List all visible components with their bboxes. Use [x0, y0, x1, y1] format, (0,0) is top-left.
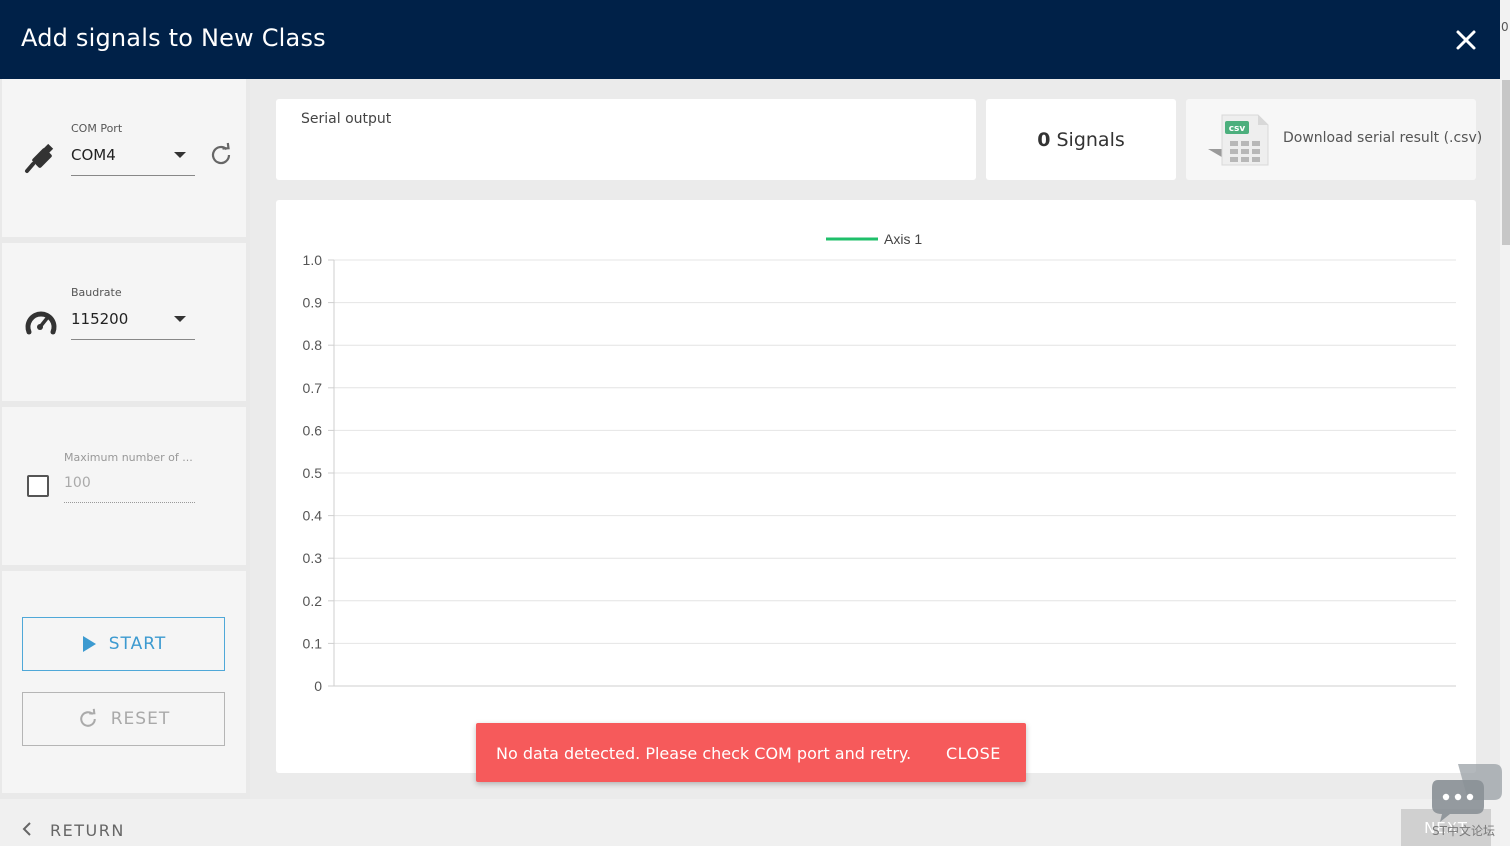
actions-panel: START RESET	[2, 571, 246, 793]
reset-button[interactable]: RESET	[22, 692, 225, 746]
toast-message: No data detected. Please check COM port …	[496, 744, 912, 763]
usb-plug-icon	[24, 143, 58, 179]
return-button[interactable]: RETURN	[22, 821, 125, 840]
y-tick-label: 0.4	[303, 508, 323, 524]
y-tick-label: 0	[314, 678, 322, 694]
chat-bubble-icon	[1428, 760, 1504, 830]
start-label: START	[108, 634, 167, 654]
com-port-panel: COM Port COM4	[2, 79, 246, 237]
serial-output-label: Serial output	[301, 111, 392, 127]
max-signals-label: Maximum number of ...	[64, 451, 193, 464]
return-label: RETURN	[50, 821, 125, 840]
y-tick-label: 0.9	[303, 295, 323, 311]
signals-count: 0	[1037, 128, 1051, 151]
scrollbar-thumb[interactable]	[1502, 80, 1510, 245]
start-button[interactable]: START	[22, 617, 225, 671]
com-port-underline	[71, 175, 195, 176]
max-signals-underline	[64, 502, 195, 503]
csv-file-icon: csv	[1206, 113, 1270, 171]
page-scrollbar[interactable]: 0	[1500, 0, 1510, 846]
legend-label: Axis 1	[884, 231, 922, 247]
dialog-footer: RETURN NEXT	[0, 799, 1500, 846]
max-signals-panel: Maximum number of ... 100	[2, 407, 246, 565]
chevron-left-icon	[22, 821, 32, 840]
watermark-text: ST中文论坛	[1432, 824, 1495, 838]
y-tick-label: 0.3	[303, 550, 323, 566]
y-tick-label: 0.8	[303, 337, 323, 353]
download-csv-label: Download serial result (.csv)	[1283, 130, 1483, 146]
refresh-icon	[77, 708, 99, 730]
y-tick-label: 0.5	[303, 465, 323, 481]
forum-watermark: ST中文论坛	[1428, 760, 1508, 846]
serial-output-box[interactable]: Serial output	[276, 99, 976, 180]
y-tick-label: 0.2	[303, 593, 323, 609]
y-tick-label: 0.6	[303, 422, 323, 438]
csv-badge-text: csv	[1229, 124, 1246, 134]
max-signals-checkbox[interactable]	[27, 475, 49, 497]
y-tick-label: 0.1	[303, 635, 323, 651]
baudrate-panel: Baudrate 115200	[2, 243, 246, 401]
max-signals-input[interactable]: 100	[64, 475, 91, 491]
speedometer-icon	[24, 307, 58, 341]
y-tick-label: 0.7	[303, 380, 323, 396]
baudrate-label: Baudrate	[71, 286, 122, 299]
com-port-label: COM Port	[71, 122, 123, 135]
chevron-down-icon[interactable]	[174, 316, 186, 322]
chevron-down-icon[interactable]	[174, 152, 186, 158]
signals-counter: 0 Signals	[986, 99, 1176, 180]
play-icon	[81, 635, 97, 653]
dialog-header: Add signals to New Class	[0, 0, 1500, 79]
settings-column: COM Port COM4 Baudrate 115200 Maximum nu…	[0, 79, 250, 799]
dialog-title: Add signals to New Class	[21, 24, 326, 52]
com-port-select[interactable]: COM4	[71, 146, 116, 164]
download-csv-button[interactable]: csv Download serial result (.csv)	[1186, 99, 1482, 180]
chart-svg: 1.0 0.9 0.8 0.7 0.6 0.5 0.4 0.3 0.2 0.1 0 Axis 1	[303, 231, 1456, 694]
main-area: Serial output 0 Signals csv Download ser…	[250, 79, 1500, 799]
signals-unit: Signals	[1056, 128, 1125, 151]
y-tick-label: 1.0	[303, 252, 323, 268]
baudrate-select[interactable]: 115200	[71, 310, 128, 328]
error-toast: No data detected. Please check COM port …	[476, 723, 1026, 782]
edge-text: 0	[1501, 20, 1509, 34]
signal-chart: 1.0 0.9 0.8 0.7 0.6 0.5 0.4 0.3 0.2 0.1 0 Axis 1	[276, 200, 1476, 773]
refresh-icon[interactable]	[208, 142, 234, 172]
close-icon[interactable]	[1452, 26, 1480, 54]
toast-close-button[interactable]: CLOSE	[946, 744, 1001, 763]
baudrate-underline	[71, 339, 195, 340]
reset-label: RESET	[110, 709, 171, 729]
